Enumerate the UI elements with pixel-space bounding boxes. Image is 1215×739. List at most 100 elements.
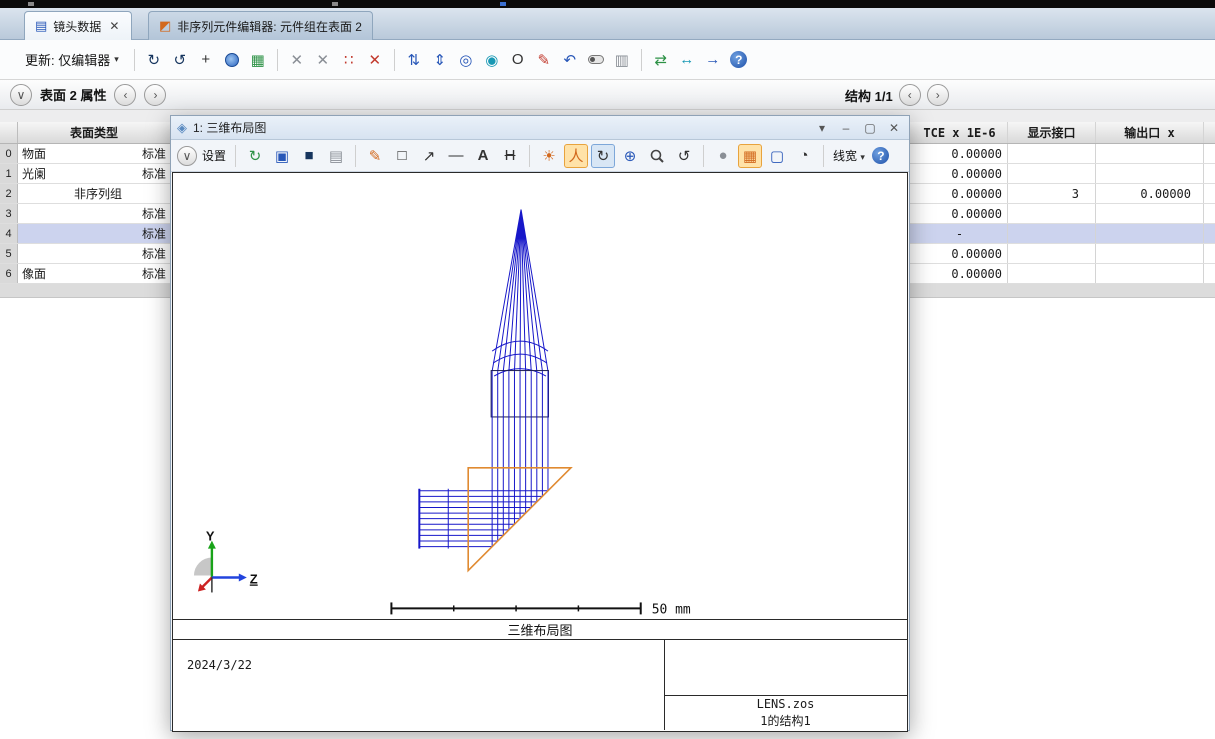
notes-icon[interactable]: ▥ [611, 49, 633, 71]
person-view-icon[interactable]: 人 [564, 143, 589, 168]
tce-cell[interactable]: 0.00000 [912, 144, 1008, 163]
next-surface-button[interactable]: › [144, 83, 167, 106]
exit-cell[interactable] [1096, 144, 1204, 163]
tce-cell[interactable]: 0.00000 [912, 184, 1008, 203]
config-name: 1的结构1 [760, 714, 811, 728]
line-tool-icon[interactable]: — [444, 144, 468, 168]
prev-surface-button[interactable]: ‹ [114, 83, 137, 106]
monitor-icon[interactable]: ▢ [765, 144, 789, 168]
window-minimize-icon[interactable]: – [837, 119, 855, 137]
dimension-tool-icon[interactable]: H [498, 144, 522, 168]
ray-fan-icon[interactable]: ☀ [537, 144, 561, 168]
window-help-icon[interactable]: ? [870, 145, 892, 167]
tce-cell[interactable]: 0.00000 [912, 204, 1008, 223]
pan-icon[interactable]: ⊕ [618, 144, 642, 168]
globe-glyph [224, 52, 239, 67]
image-tool-icon[interactable]: ▦ [247, 49, 269, 71]
surface-type-cell[interactable]: 标准 [60, 204, 166, 223]
tce-cell[interactable]: 0.00000 [912, 264, 1008, 283]
tab-close-icon[interactable]: ✕ [107, 19, 121, 33]
layout-window-titlebar[interactable]: ◈ 1: 三维布局图 ▾ – ▢ ✕ [171, 116, 909, 140]
cut-tool-alt-icon[interactable]: ✕ [312, 49, 334, 71]
tce-cell[interactable]: - [912, 224, 1008, 243]
crosshair-icon[interactable]: + [195, 49, 217, 71]
left-right-arrow-icon[interactable]: ↔ [676, 49, 698, 71]
rectangle-tool-icon[interactable]: □ [390, 144, 414, 168]
ray-diagram: Y Z 50 mm [193, 209, 691, 617]
layout-window: ◈ 1: 三维布局图 ▾ – ▢ ✕ ∨ 设置 ↻ ▣ ■ ▤ ✎ □ ↗ — … [170, 115, 910, 732]
curve-tool-icon[interactable]: ↶ [559, 49, 581, 71]
go-arrow-icon[interactable]: → [702, 49, 724, 71]
split-view-icon[interactable]: ▦ [738, 143, 763, 168]
text-tool-icon[interactable]: A [471, 144, 495, 168]
ports-cell[interactable] [1008, 224, 1096, 243]
ports-cell[interactable] [1008, 264, 1096, 283]
exit-cell[interactable]: 0.00000 [1096, 184, 1204, 203]
pencil-check-icon[interactable]: ✎ [533, 49, 555, 71]
row-number: 6 [0, 264, 18, 283]
exit-cell[interactable] [1096, 164, 1204, 183]
plot-info-box: 2024/3/22 LENS.zos 1的结构1 [173, 639, 907, 730]
anchor-icon[interactable]: ◎ [455, 49, 477, 71]
linewidth-dropdown[interactable]: 线宽 ▾ [831, 147, 867, 164]
surface-type-cell[interactable]: 标准 [60, 264, 166, 283]
lamp-icon[interactable]: ● [711, 144, 735, 168]
insert-after-icon[interactable]: ⇕ [429, 49, 451, 71]
tce-cell[interactable]: 0.00000 [912, 244, 1008, 263]
aperture-icon[interactable]: O [507, 49, 529, 71]
tce-cell[interactable]: 0.00000 [912, 164, 1008, 183]
exit-cell[interactable] [1096, 244, 1204, 263]
update-all-icon[interactable]: ↻ [143, 49, 165, 71]
toolbar-separator [703, 144, 705, 167]
next-config-button[interactable]: › [926, 84, 949, 106]
undo-view-icon[interactable]: ↺ [672, 144, 696, 168]
clock-icon[interactable]: ◔ [792, 144, 816, 168]
prev-config-button[interactable]: ‹ [898, 84, 921, 106]
cut-tool-icon[interactable]: ✕ [286, 49, 308, 71]
orbit-icon[interactable]: ↻ [591, 143, 616, 168]
help-icon[interactable]: ? [728, 49, 750, 71]
update-mode-dropdown[interactable]: 更新: 仅编辑器 ▾ [18, 46, 126, 73]
globe-grid-icon[interactable]: ◉ [481, 49, 503, 71]
copy-icon[interactable]: ▣ [270, 144, 294, 168]
arrow-tool-icon[interactable]: ↗ [417, 144, 441, 168]
properties-expand-button[interactable]: ∨ [10, 83, 32, 106]
ports-cell[interactable] [1008, 164, 1096, 183]
surface-type-cell[interactable]: 标准 [60, 164, 166, 183]
exit-cell[interactable] [1096, 204, 1204, 223]
ports-cell[interactable]: 3 [1008, 184, 1096, 203]
ports-cell[interactable] [1008, 244, 1096, 263]
insert-surface-icon[interactable]: ⇅ [403, 49, 425, 71]
ports-cell[interactable] [1008, 144, 1096, 163]
ray-fan [491, 209, 549, 372]
surface-type-cell[interactable]: 标准 [60, 224, 166, 243]
tab-lens-data[interactable]: ▤ 镜头数据 ✕ [24, 11, 133, 40]
exit-cell[interactable] [1096, 264, 1204, 283]
settings-expand-button[interactable]: ∨ [177, 145, 197, 166]
print-icon[interactable]: ▤ [324, 144, 348, 168]
ports-cell[interactable] [1008, 204, 1096, 223]
window-menu-icon[interactable]: ▾ [813, 119, 831, 137]
zoom-icon[interactable] [645, 144, 669, 168]
chevron-down-icon: ▾ [114, 54, 119, 64]
delete-icon[interactable]: ✕ [364, 49, 386, 71]
update-settings-icon[interactable]: ↺ [169, 49, 191, 71]
exit-cell[interactable] [1096, 224, 1204, 243]
save-icon[interactable]: ■ [297, 144, 321, 168]
swap-icon[interactable]: ⇄ [650, 49, 672, 71]
surface-type-cell[interactable]: 非序列组 [60, 184, 122, 203]
linewidth-label: 线宽 [833, 149, 858, 163]
settings-label[interactable]: 设置 [200, 147, 228, 164]
window-maximize-icon[interactable]: ▢ [861, 119, 879, 137]
field-globe-icon[interactable] [221, 49, 243, 71]
pencil-icon[interactable]: ✎ [363, 144, 387, 168]
toggle-icon[interactable] [585, 49, 607, 71]
refresh-icon[interactable]: ↻ [243, 144, 267, 168]
dice-icon[interactable]: ∷ [338, 49, 360, 71]
toolbar-separator [355, 144, 357, 167]
surface-type-cell[interactable]: 标准 [60, 144, 166, 163]
window-close-icon[interactable]: ✕ [885, 119, 903, 137]
tab-nsc-editor[interactable]: ◩ 非序列元件编辑器: 元件组在表面 2 [148, 11, 373, 40]
surface-type-cell[interactable]: 标准 [60, 244, 166, 263]
layout-canvas[interactable]: Y Z 50 mm [173, 173, 907, 619]
